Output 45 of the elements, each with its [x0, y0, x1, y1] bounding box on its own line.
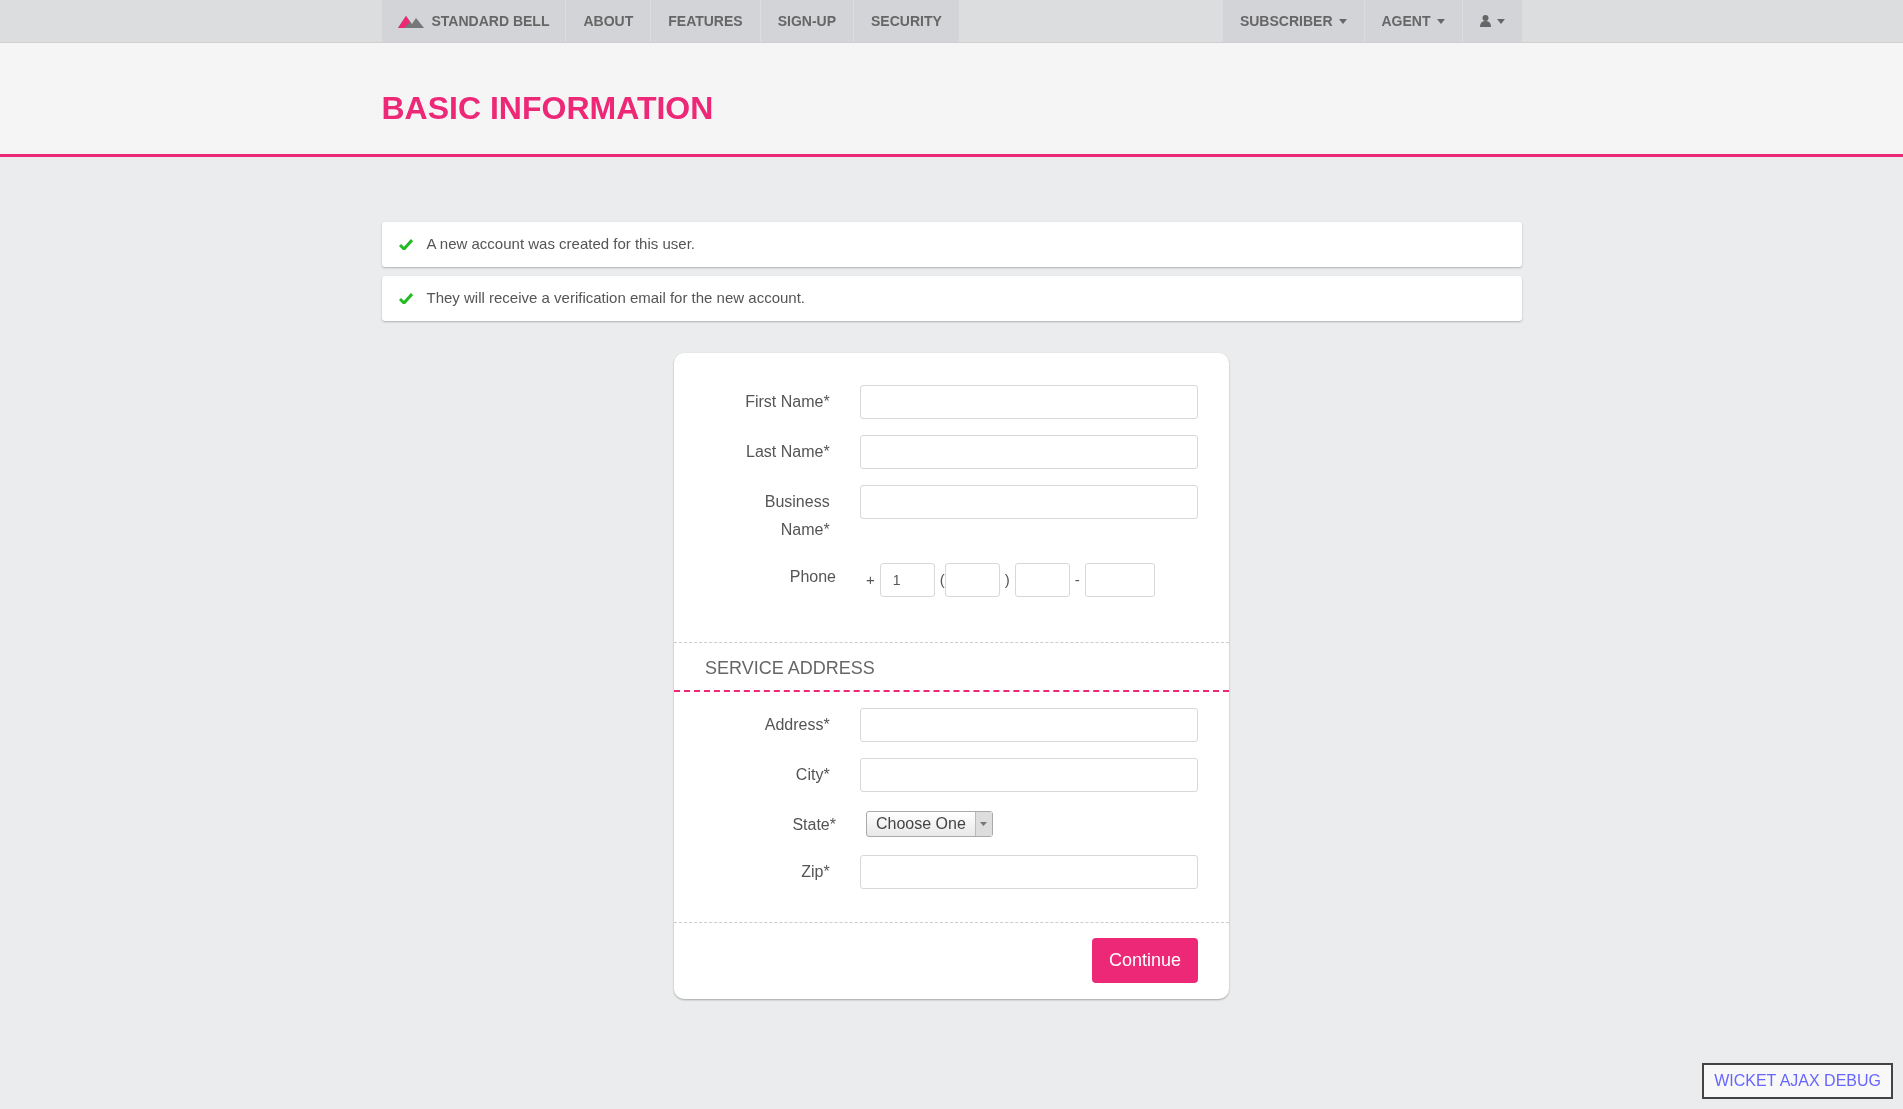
field-label: City*	[794, 765, 830, 785]
text-input[interactable]	[859, 855, 1198, 889]
alert-text: They will receive a verification email for the new account.	[426, 288, 805, 309]
text-input[interactable]	[859, 708, 1198, 742]
continue-button[interactable]: Continue	[1092, 938, 1198, 983]
page-title: BASIC INFORMATION	[381, 89, 715, 128]
nav-dropdown[interactable]	[1461, 0, 1522, 42]
user-icon	[1479, 15, 1491, 27]
nav-link[interactable]: FEATURES	[650, 0, 760, 42]
phone-separator: +	[866, 569, 875, 590]
field-label: First Name*	[744, 392, 830, 412]
field-label: State*	[791, 815, 836, 835]
state-select[interactable]: Choose One	[866, 811, 993, 837]
country-code-input[interactable]: 1	[879, 563, 935, 597]
phone-line-input[interactable]	[1084, 563, 1155, 597]
field-label: Last Name*	[745, 442, 830, 462]
text-input[interactable]	[859, 485, 1198, 519]
nav-link[interactable]: SECURITY	[853, 0, 959, 42]
alert-text: A new account was created for this user.	[426, 234, 695, 255]
nav-dropdown[interactable]: SUBSCRIBER	[1221, 0, 1364, 42]
phone-prefix-input[interactable]	[1014, 563, 1070, 597]
text-input[interactable]	[859, 435, 1198, 469]
nav-link[interactable]: SIGN-UP	[759, 0, 853, 42]
brand-link[interactable]: STANDARD BELL	[381, 0, 566, 42]
phone-separator: (	[939, 569, 945, 590]
check-icon	[398, 293, 413, 304]
check-icon	[398, 239, 413, 250]
debug-link[interactable]: WICKET AJAX DEBUG	[1702, 1063, 1893, 1099]
text-input[interactable]	[859, 385, 1198, 419]
caret-icon	[1496, 18, 1505, 24]
caret-icon	[1338, 18, 1347, 24]
field-label: Address*	[763, 715, 830, 735]
nav-dropdown[interactable]: AGENT	[1363, 0, 1462, 42]
text-input[interactable]	[859, 758, 1198, 792]
area-code-input[interactable]	[944, 563, 1000, 597]
field-label: Zip*	[800, 862, 830, 882]
logo-icon	[397, 14, 424, 28]
nav-link[interactable]: ABOUT	[565, 0, 651, 42]
caret-icon	[1436, 18, 1445, 24]
field-label: Business Name*	[763, 492, 830, 540]
section-heading: SERVICE ADDRESS	[705, 657, 876, 680]
caret-icon	[980, 822, 988, 826]
field-label: Phone	[788, 567, 836, 587]
phone-separator: -	[1074, 569, 1080, 590]
phone-separator: )	[1004, 569, 1010, 590]
